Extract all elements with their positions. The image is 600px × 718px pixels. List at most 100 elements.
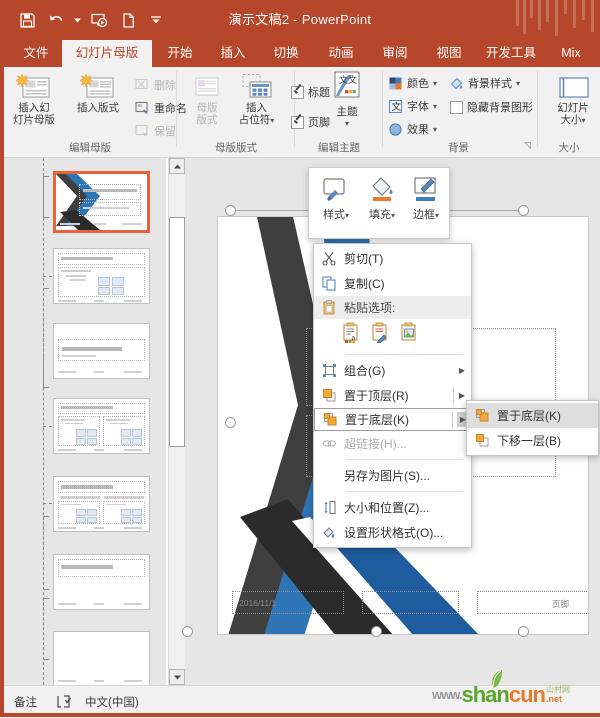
chevron-down-icon[interactable]: ▾ — [391, 211, 395, 220]
thumbnail-7[interactable] — [53, 631, 150, 685]
rename-label: 重命名 — [154, 100, 187, 116]
chevron-right-icon[interactable]: ▶ — [459, 391, 465, 400]
rename-master-button[interactable]: 重命名 — [135, 100, 187, 116]
slide-number-placeholder[interactable] — [362, 591, 459, 614]
colors-label: 颜色 — [407, 75, 429, 91]
paste-use-destination-theme-icon[interactable] — [371, 322, 390, 348]
colors-button[interactable]: 颜色 ▾ — [389, 75, 437, 91]
mini-toolbar[interactable]: 样式▾ 填充▾ 边框▾ — [308, 167, 450, 239]
tab-developer[interactable]: 开发工具 — [478, 40, 544, 67]
context-menu-group-label: 组合(G) — [344, 362, 385, 379]
tab-slide-master[interactable]: 幻灯片母版 — [62, 40, 152, 67]
shape-style-icon — [315, 174, 357, 206]
submenu-item-send-backward[interactable]: 下移一层(B) — [467, 428, 598, 453]
scroll-up-button[interactable] — [169, 158, 185, 174]
context-menu-item-group[interactable]: 组合(G) ▶ — [314, 358, 471, 383]
window-title: 演示文稿2 - PowerPoint — [0, 9, 600, 28]
preserve-label: 保留 — [154, 123, 176, 139]
checkbox-title-box[interactable] — [291, 86, 304, 99]
tab-mix[interactable]: Mix — [551, 40, 591, 67]
paste-picture-icon[interactable] — [400, 322, 419, 348]
chevron-down-icon[interactable]: ▾ — [581, 116, 585, 125]
footer-placeholder[interactable] — [477, 591, 589, 614]
context-menu-bring-front-label: 置于顶层(R) — [344, 387, 409, 404]
mini-style-button[interactable]: 样式▾ — [315, 174, 357, 222]
master-layout-button[interactable]: 母版 版式 — [186, 73, 228, 126]
language-indicator[interactable]: 中文(中国) — [85, 694, 139, 710]
mini-fill-button[interactable]: 填充▾ — [361, 174, 403, 222]
resize-handle-bm[interactable] — [371, 626, 382, 637]
chevron-down-icon[interactable]: ▾ — [345, 211, 349, 220]
insert-placeholder-label-1: 插入 — [246, 102, 267, 114]
thumbnail-4[interactable] — [53, 398, 150, 454]
slide-size-button[interactable]: 幻灯片 大小▾ — [548, 73, 598, 126]
chevron-down-icon[interactable]: ▾ — [433, 79, 437, 88]
tree-bracket — [43, 288, 49, 388]
resize-handle-bl[interactable] — [182, 626, 193, 637]
tree-bracket — [43, 516, 49, 590]
tab-file[interactable]: 文件 — [14, 40, 58, 67]
insert-layout-button[interactable]: 插入版式 — [69, 73, 127, 115]
accessibility-check-icon[interactable] — [57, 695, 73, 712]
tab-animation[interactable]: 动画 — [319, 40, 363, 67]
tab-transition[interactable]: 切换 — [264, 40, 308, 67]
context-menu-item-format-shape[interactable]: 设置形状格式(O)... — [314, 520, 471, 545]
theme-button[interactable]: 文文 主题 ▾ — [321, 71, 373, 128]
context-menu-item-cut[interactable]: 剪切(T) — [314, 246, 471, 271]
submenu-send-backward-label: 下移一层(B) — [497, 432, 561, 449]
delete-master-button[interactable]: 删除 — [135, 77, 176, 93]
scroll-down-button[interactable] — [169, 669, 185, 685]
resize-handle-br[interactable] — [518, 626, 529, 637]
chevron-down-icon[interactable]: ▾ — [433, 102, 437, 111]
thumbnail-scrollbar[interactable] — [168, 158, 186, 685]
context-menu-item-copy[interactable]: 复制(C) — [314, 271, 471, 296]
slide-thumbnail-pane[interactable] — [0, 158, 166, 685]
resize-handle-ml[interactable] — [225, 417, 236, 428]
send-to-back-submenu[interactable]: 置于底层(K) 下移一层(B) — [466, 400, 599, 456]
chevron-down-icon[interactable]: ▾ — [435, 211, 439, 220]
chevron-down-icon[interactable]: ▾ — [345, 119, 349, 128]
context-menu-item-size-position[interactable]: 大小和位置(Z)... — [314, 495, 471, 520]
tab-home[interactable]: 开始 — [158, 40, 202, 67]
send-back-icon — [315, 407, 345, 432]
thumbnail-5[interactable] — [53, 476, 150, 532]
checkbox-footer-box[interactable] — [291, 116, 304, 129]
scrollbar-thumb[interactable] — [169, 217, 185, 447]
tab-insert[interactable]: 插入 — [211, 40, 255, 67]
preserve-master-button[interactable]: 保留 — [135, 123, 176, 139]
rename-icon — [135, 101, 150, 115]
resize-handle-tl[interactable] — [225, 205, 236, 216]
chevron-down-icon[interactable]: ▾ — [270, 116, 274, 125]
none-icon — [314, 463, 344, 488]
paste-keep-source-formatting-icon[interactable]: a — [342, 322, 361, 348]
checkbox-hide-bg-box[interactable] — [450, 101, 463, 114]
fonts-button[interactable]: 文 字体 ▾ — [389, 98, 437, 114]
group-icon — [314, 358, 344, 383]
checkbox-hide-bg-graphics[interactable]: 隐藏背景图形 — [450, 99, 533, 115]
insert-placeholder-button[interactable]: 插入 占位符▾ — [229, 73, 284, 126]
fill-bucket-icon — [361, 174, 403, 206]
mini-outline-button[interactable]: 边框▾ — [405, 174, 447, 222]
thumbnail-1[interactable] — [53, 171, 150, 233]
insert-slide-master-button[interactable]: 插入幻 灯片母版 — [5, 73, 63, 126]
chevron-down-icon[interactable]: ▾ — [516, 79, 520, 88]
thumbnail-6[interactable] — [53, 554, 150, 610]
effects-button[interactable]: 效果 ▾ — [389, 121, 437, 137]
notes-button[interactable]: 备注 — [14, 694, 37, 710]
watermark-cun: cun — [509, 682, 545, 708]
context-menu[interactable]: 剪切(T) 复制(C) 粘贴选项: a 组合(G) ▶ 置 — [313, 243, 472, 548]
thumbnail-2[interactable] — [53, 248, 150, 304]
chevron-down-icon[interactable]: ▾ — [433, 125, 437, 134]
context-menu-item-send-to-back[interactable]: 置于底层(K) ▶ — [314, 408, 471, 431]
context-menu-item-save-as-picture[interactable]: 另存为图片(S)... — [314, 463, 471, 488]
watermark-net: .net — [546, 694, 570, 704]
tab-review[interactable]: 审阅 — [373, 40, 417, 67]
thumbnail-3[interactable] — [53, 323, 150, 379]
svg-text:文: 文 — [339, 74, 348, 85]
tab-view[interactable]: 视图 — [427, 40, 471, 67]
resize-handle-tr[interactable] — [518, 205, 529, 216]
background-styles-button[interactable]: 背景样式 ▾ — [450, 75, 520, 91]
submenu-item-send-to-back[interactable]: 置于底层(K) — [467, 403, 598, 428]
context-menu-item-bring-to-front[interactable]: 置于顶层(R) ▶ — [314, 383, 471, 408]
background-dialog-launcher[interactable]: ◹ — [524, 140, 531, 151]
